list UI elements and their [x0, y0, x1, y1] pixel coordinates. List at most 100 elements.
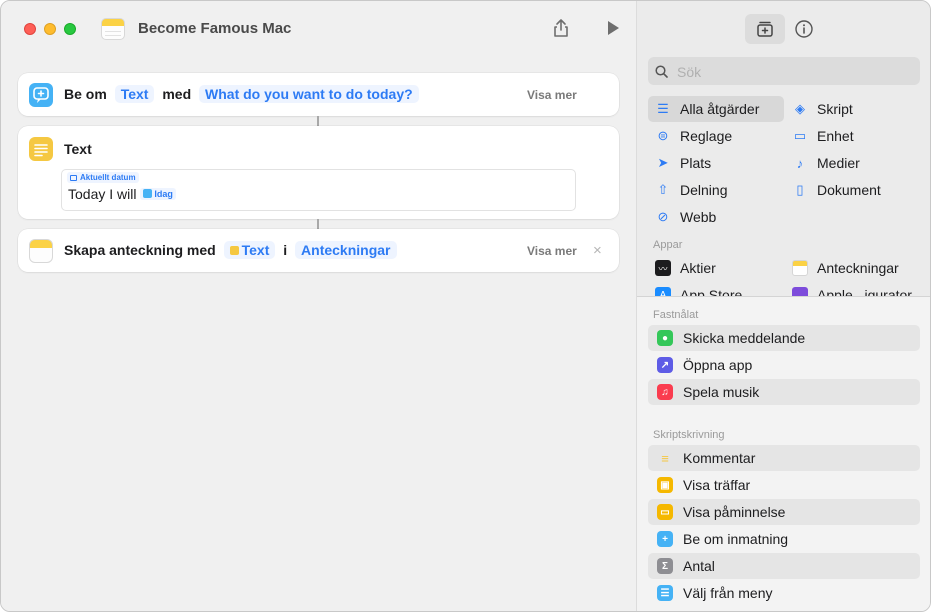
remove-action-button[interactable]: × [593, 242, 602, 259]
pinned-open-app[interactable]: ↗ Öppna app [648, 352, 920, 378]
text-variable-icon [229, 246, 239, 255]
message-icon: ● [657, 330, 673, 346]
action-label: Visa träffar [683, 477, 751, 493]
app-label: Aktier [680, 260, 716, 276]
close-window-button[interactable] [24, 23, 36, 35]
add-action-icon [757, 21, 773, 37]
apps-section-label: Appar [653, 239, 683, 251]
script-show-alert[interactable]: ▭ Visa påminnelse [648, 499, 920, 525]
current-date-token-label: Aktuellt datum [80, 173, 136, 182]
script-comment[interactable]: ≡ Kommentar [648, 445, 920, 471]
info-icon [795, 20, 813, 38]
category-web[interactable]: ⊘ Webb [655, 204, 717, 230]
apps-overflow-row: A App Store Apple...igurator [637, 282, 930, 296]
category-label: Alla åtgärder [680, 101, 760, 117]
category-controls[interactable]: ⊜ Reglage [655, 123, 733, 149]
category-label: Medier [817, 155, 860, 171]
pinned-section-label: Fastnålat [653, 309, 699, 321]
text-action-icon [29, 137, 53, 161]
display-icon: ▭ [793, 128, 807, 143]
show-more-button[interactable]: Visa mer [527, 244, 577, 258]
shortcuts-window: Become Famous Mac Be om Text med What do… [0, 0, 931, 612]
app-label: App Store [680, 287, 743, 296]
text-content: Today I will Idag [68, 186, 176, 202]
app-notes[interactable]: Anteckningar [792, 255, 899, 281]
category-sharing[interactable]: ⇧ Delning [655, 177, 728, 203]
share-icon [554, 19, 568, 37]
scripting-section-label: Skriptskrivning [653, 429, 725, 441]
pinned-send-message[interactable]: ● Skicka meddelande [648, 325, 920, 351]
details-tab-button[interactable] [784, 14, 824, 44]
action-label: Öppna app [683, 357, 753, 373]
action-ask-for-input[interactable]: Be om Text med What do you want to do to… [18, 73, 619, 116]
library-tab-button[interactable] [745, 14, 785, 44]
category-label: Skript [817, 101, 853, 117]
notes-icon [792, 260, 808, 276]
action-row: Skapa anteckning med Text i Anteckningar [64, 241, 397, 259]
pinned-play-music[interactable]: ♫ Spela musik [648, 379, 920, 405]
action-connector-word: med [162, 86, 192, 102]
category-location[interactable]: ➤ Plats [655, 150, 712, 176]
action-label: Kommentar [683, 450, 756, 466]
action-text[interactable]: Text Aktuellt datum Today I will Idag [18, 126, 619, 219]
document-icon: ▯ [796, 182, 804, 197]
app-stocks[interactable]: 〰 Aktier [655, 255, 716, 281]
suggestions-panel: Fastnålat ● Skicka meddelande ↗ Öppna app … [637, 297, 930, 611]
minimize-window-button[interactable] [44, 23, 56, 35]
text-content-field[interactable]: Aktuellt datum Today I will Idag [61, 169, 576, 211]
category-label: Dokument [817, 182, 881, 198]
script-count[interactable]: Σ Antal [648, 553, 920, 579]
app-app-store[interactable]: A App Store [655, 282, 742, 296]
stocks-icon: 〰 [655, 260, 671, 276]
action-create-note[interactable]: Skapa anteckning med Text i Anteckningar… [18, 229, 619, 272]
action-row: Be om Text med What do you want to do to… [64, 85, 419, 103]
script-show-results[interactable]: ▣ Visa träffar [648, 472, 920, 498]
action-label: Skicka meddelande [683, 330, 806, 346]
ask-input-variable-token[interactable]: Idag [140, 188, 176, 200]
category-scripting[interactable]: ◈ Skript [792, 96, 853, 122]
category-label: Delning [680, 182, 728, 198]
show-more-button[interactable]: Visa mer [527, 88, 577, 102]
zoom-window-button[interactable] [64, 23, 76, 35]
action-verb: Skapa anteckning med [64, 242, 216, 258]
search-icon [655, 65, 668, 78]
ask-input-variable-label: Idag [154, 189, 173, 199]
text-variable-label: Text [241, 242, 270, 258]
prompt-token[interactable]: What do you want to do today? [199, 85, 419, 103]
input-icon: + [657, 531, 673, 547]
compass-icon: ⊘ [657, 209, 669, 224]
category-label: Enhet [817, 128, 854, 144]
text-variable-token[interactable]: Text [223, 241, 276, 259]
type-token[interactable]: Text [114, 85, 155, 103]
action-title: Text [64, 141, 92, 157]
app-label: Anteckningar [817, 260, 899, 276]
run-button[interactable] [602, 17, 624, 39]
category-label: Webb [680, 209, 717, 225]
category-documents[interactable]: ▯ Dokument [792, 177, 881, 203]
search-placeholder: Sök [677, 64, 702, 80]
category-all-actions[interactable]: ☰ Alla åtgärder [648, 96, 784, 122]
action-label: Be om inmatning [683, 531, 789, 547]
category-label: Plats [680, 155, 712, 171]
toggle-icon: ⊜ [657, 128, 669, 143]
script-ask-for-input[interactable]: + Be om inmatning [648, 526, 920, 552]
action-label: Visa påminnelse [683, 504, 786, 520]
script-choose-from-menu[interactable]: ☰ Välj från meny [648, 580, 920, 606]
script-icon: ◈ [795, 101, 805, 116]
location-icon: ➤ [657, 155, 669, 170]
titlebar: Become Famous Mac [1, 1, 636, 57]
notes-app-token[interactable]: Anteckningar [295, 241, 397, 259]
open-app-icon: ↗ [657, 357, 673, 373]
comment-icon: ≡ [661, 450, 669, 466]
category-device[interactable]: ▭ Enhet [792, 123, 854, 149]
flow-connector [317, 219, 319, 229]
ask-input-icon [29, 83, 53, 107]
current-date-token[interactable]: Aktuellt datum [67, 172, 139, 183]
share-button[interactable] [550, 17, 572, 39]
app-apple-configurator[interactable]: Apple...igurator [792, 282, 912, 296]
ask-input-variable-icon [143, 189, 153, 198]
alert-icon: ▭ [657, 504, 673, 520]
app-store-icon: A [655, 287, 671, 296]
category-media[interactable]: ♪ Medier [792, 150, 860, 176]
app-label: Apple...igurator [817, 287, 912, 296]
